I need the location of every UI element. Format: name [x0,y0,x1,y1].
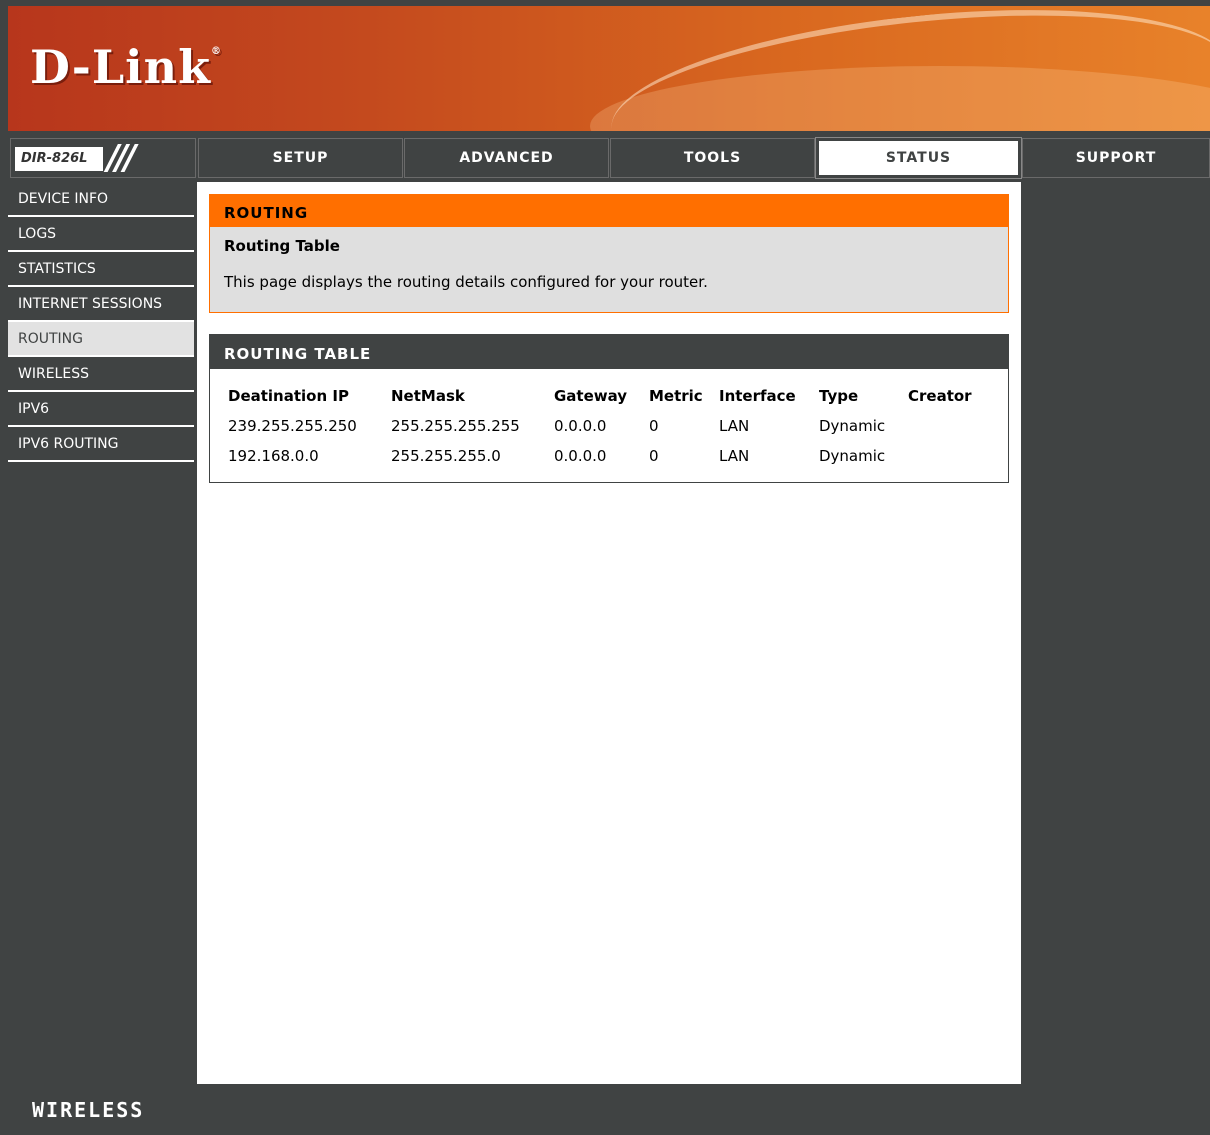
column-header: Gateway [554,387,628,405]
tab-support[interactable]: SUPPORT [1022,138,1210,178]
table-row: 239.255.255.250 255.255.255.255 0.0.0.0 … [228,411,988,441]
sidebar-item-routing[interactable]: ROUTING [8,322,194,357]
table-header: ROUTING TABLE [210,335,1008,369]
sidebar-item-logs[interactable]: LOGS [8,217,194,252]
routing-section: ROUTING Routing Table This page displays… [209,194,1009,313]
table-cell: LAN [719,447,750,465]
tab-status[interactable]: STATUS [815,137,1022,179]
header-banner: D-Link® [8,6,1210,131]
table-cell: 0.0.0.0 [554,417,607,435]
section-subtitle: Routing Table [224,237,340,255]
routing-table: Deatination IP NetMask Gateway Metric In… [228,381,988,471]
slashes-icon: /// [107,138,136,178]
table-cell: 255.255.255.0 [391,447,501,465]
main-content: ROUTING Routing Table This page displays… [197,182,1021,1084]
dlink-logo: D-Link® [30,40,222,94]
tab-advanced[interactable]: ADVANCED [404,138,609,178]
column-header: Deatination IP [228,387,349,405]
column-header: Creator [908,387,972,405]
sidebar-item-wireless[interactable]: WIRELESS [8,357,194,392]
table-cell: Dynamic [819,447,886,465]
table-cell: 0.0.0.0 [554,447,607,465]
table-cell: 192.168.0.0 [228,447,319,465]
sidebar-item-internet-sessions[interactable]: INTERNET SESSIONS [8,287,194,322]
column-header: Metric [649,387,703,405]
table-cell: 255.255.255.255 [391,417,520,435]
table-cell: 239.255.255.250 [228,417,357,435]
model-label: DIR-826L [15,147,103,171]
table-cell [908,441,988,471]
table-cell [908,411,988,441]
column-header: NetMask [391,387,465,405]
top-nav: DIR-826L /// SETUP ADVANCED TOOLS STATUS… [8,136,1210,180]
section-header: ROUTING [210,195,1008,227]
table-row: 192.168.0.0 255.255.255.0 0.0.0.0 0 LAN … [228,441,988,471]
model-badge: DIR-826L /// [10,138,196,178]
section-description: This page displays the routing details c… [224,273,708,291]
table-header-row: Deatination IP NetMask Gateway Metric In… [228,381,988,411]
table-cell: LAN [719,417,750,435]
sidebar: DEVICE INFO LOGS STATISTICS INTERNET SES… [8,182,194,462]
table-cell: 0 [649,417,659,435]
column-header: Type [819,387,859,405]
column-header: Interface [719,387,796,405]
tab-setup[interactable]: SETUP [198,138,403,178]
sidebar-item-device-info[interactable]: DEVICE INFO [8,182,194,217]
routing-table-section: ROUTING TABLE Deatination IP NetMask Gat… [209,334,1009,483]
sidebar-item-ipv6-routing[interactable]: IPV6 ROUTING [8,427,194,462]
sidebar-item-statistics[interactable]: STATISTICS [8,252,194,287]
table-cell: Dynamic [819,417,886,435]
banner-swoosh [603,6,1210,131]
tab-tools[interactable]: TOOLS [610,138,815,178]
wireless-footer-logo: WIRELESS [32,1098,145,1122]
sidebar-item-ipv6[interactable]: IPV6 [8,392,194,427]
table-cell: 0 [649,447,659,465]
